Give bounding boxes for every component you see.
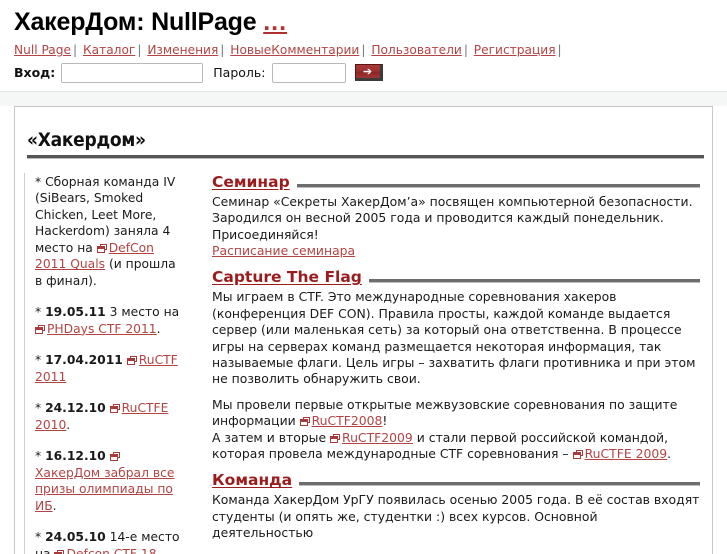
news-bullet: * — [35, 449, 46, 464]
content-page-title: «Хакердом» — [27, 128, 146, 151]
paragraph-text: А затем и вторые — [212, 429, 331, 445]
section-heading-text: Семинар — [212, 172, 290, 191]
news-bullet: * — [35, 530, 46, 545]
heading-rule — [299, 482, 700, 487]
external-link-icon — [96, 243, 107, 253]
list-item: * 19.05.11 3 место на PHDays CTF 2011. — [35, 304, 186, 337]
list-item: * 16.12.10 ХакерДом забрал все призы оли… — [35, 448, 186, 514]
site-title-text: ХакерДом: NullPage — [14, 8, 257, 36]
section-heading: Команда — [212, 471, 700, 489]
news-date: 24.12.10 — [45, 401, 106, 416]
nav-separator: | — [557, 42, 562, 57]
title-more-link[interactable]: ... — [263, 8, 287, 36]
news-link[interactable]: PHDays CTF 2011 — [47, 322, 157, 336]
ructf2009-link[interactable]: RuCTF2009 — [342, 430, 413, 445]
header-separator-band — [0, 90, 727, 106]
nav-link-izmeneniya[interactable]: Изменения — [147, 43, 218, 57]
page-title: ХакерДом: NullPage ... — [14, 6, 713, 38]
list-item: * Сборная команда IV (SiBears, Smoked Ch… — [35, 174, 186, 290]
news-date: 24.05.10 — [45, 530, 106, 545]
external-link-icon — [330, 433, 341, 443]
section-paragraph: Семинар «Секреты ХакерДом’а» посвящен ко… — [212, 193, 693, 242]
news-sidebar: * Сборная команда IV (SiBears, Smoked Ch… — [24, 172, 194, 554]
news-bullet: * — [35, 401, 46, 416]
section-paragraph: Команда ХакерДом УрГУ появилась осенью 2… — [212, 492, 700, 541]
login-form: Вход: Пароль: ➔ — [14, 59, 713, 91]
news-text: 3 место на — [105, 305, 180, 320]
ructfe2009-link[interactable]: RuCTFE 2009 — [585, 446, 668, 461]
news-bullet: * — [35, 305, 46, 320]
site-header: ХакерДом: NullPage ... Null Page | Катало… — [0, 0, 727, 91]
section-heading: Семинар — [212, 173, 700, 191]
news-text-after: . — [66, 417, 71, 432]
nav-separator: | — [361, 42, 366, 57]
external-link-icon — [572, 450, 583, 460]
nav-link-null-page[interactable]: Null Page — [14, 43, 71, 57]
news-date: 17.04.2011 — [45, 353, 123, 368]
paragraph-text-after: . — [667, 446, 672, 462]
list-item: * 17.04.2011 RuCTF 2011 — [35, 352, 186, 385]
nav-separator: | — [463, 42, 468, 57]
login-input[interactable] — [61, 62, 204, 83]
list-item: * 24.12.10 RuCTFE 2010. — [35, 400, 186, 433]
login-submit-button[interactable]: ➔ — [354, 64, 383, 82]
nav-separator: | — [137, 42, 142, 57]
news-date: 16.12.10 — [45, 449, 106, 464]
external-link-icon — [299, 417, 310, 427]
news-text-after: . — [52, 498, 57, 513]
paragraph-text-after: ! — [382, 413, 388, 429]
password-label: Пароль: — [213, 65, 266, 81]
content-container: «Хакердом» * Сборная команда IV (SiBears… — [14, 105, 713, 554]
main-content: Семинар Семинар «Секреты ХакерДом’а» пос… — [194, 173, 712, 554]
section-komanda: Команда Команда ХакерДом УрГУ появилась … — [212, 471, 700, 541]
section-paragraph-ructf2009: А затем и вторые RuCTF2009 и стали перво… — [212, 430, 700, 463]
paragraph-text: Мы провели первые открытые межвузовские … — [212, 396, 678, 429]
external-link-icon — [54, 549, 65, 554]
section-seminar: Семинар Семинар «Секреты ХакерДом’а» пос… — [212, 173, 700, 260]
seminar-schedule-link[interactable]: Расписание семинара — [212, 243, 355, 258]
news-text: Сборная команда IV (SiBears, Smoked Chic… — [35, 174, 176, 255]
nav-link-polzovateli[interactable]: Пользователи — [371, 43, 462, 57]
login-label: Вход: — [14, 65, 56, 81]
news-date: 19.05.11 — [45, 305, 106, 320]
list-item: * 24.05.10 14-е место на Defcon CTF 18 Q… — [35, 529, 186, 554]
section-heading-text: Команда — [212, 471, 293, 490]
news-bullet: * — [35, 174, 46, 189]
section-paragraph: Мы играем в CTF. Это международные сорев… — [212, 289, 696, 387]
nav-link-katalog[interactable]: Каталог — [83, 43, 135, 57]
external-link-icon — [126, 356, 137, 366]
nav-separator: | — [220, 42, 225, 57]
external-link-icon — [35, 324, 45, 334]
external-link-icon — [109, 452, 120, 462]
nav-separator: | — [73, 42, 78, 57]
nav-link-novye-kommentarii[interactable]: НовыеКомментарии — [230, 43, 359, 57]
external-link-icon — [109, 404, 120, 414]
section-link-paragraph: Расписание семинара — [212, 243, 700, 259]
heading-rule — [296, 183, 700, 188]
ructf2008-link[interactable]: RuCTF2008 — [312, 413, 383, 428]
section-heading: Capture The Flag — [212, 268, 700, 286]
password-input[interactable] — [271, 62, 346, 83]
nav-link-registraciya[interactable]: Регистрация — [474, 43, 556, 57]
two-column-layout: * Сборная команда IV (SiBears, Smoked Ch… — [15, 159, 712, 554]
navigation-bar: Null Page | Каталог | Изменения | НовыеКомм… — [14, 38, 713, 59]
section-capture-the-flag: Capture The Flag Мы играем в CTF. Это ме… — [212, 268, 700, 462]
section-paragraph-ructf2008: Мы провели первые открытые межвузовские … — [212, 397, 700, 430]
heading-rule — [368, 279, 700, 284]
section-heading-text: Capture The Flag — [212, 268, 362, 287]
news-bullet: * — [35, 353, 46, 368]
news-text-after: . — [156, 321, 161, 336]
